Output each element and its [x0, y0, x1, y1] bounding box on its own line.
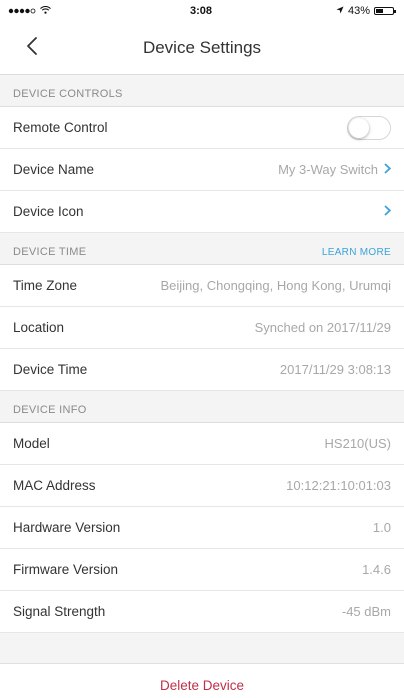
row-label: Time Zone	[13, 278, 78, 293]
row-label: Location	[13, 320, 65, 335]
device-name-value: My 3-Way Switch	[278, 162, 378, 177]
remote-control-row: Remote Control	[0, 107, 404, 149]
row-label: Device Icon	[13, 204, 84, 219]
time-zone-value: Beijing, Chongqing, Hong Kong, Urumqi	[160, 278, 391, 293]
firmware-version-value: 1.4.6	[362, 562, 391, 577]
remote-control-toggle[interactable]	[347, 115, 391, 140]
toggle-knob	[349, 117, 369, 138]
section-spacer	[0, 633, 404, 664]
location-value: Synched on 2017/11/29	[254, 320, 391, 335]
row-value-wrap: My 3-Way Switch	[278, 162, 392, 177]
device-time-value: 2017/11/29 3:08:13	[279, 362, 391, 377]
page-title: Device Settings	[142, 38, 262, 57]
row-label: Model	[13, 436, 50, 451]
firmware-version-row: Firmware Version 1.4.6	[0, 549, 404, 591]
status-bar: 3:08 43%	[0, 0, 404, 22]
time-zone-row[interactable]: Time Zone Beijing, Chongqing, Hong Kong,…	[0, 265, 404, 307]
device-name-row[interactable]: Device Name My 3-Way Switch	[0, 149, 404, 191]
hardware-version-value: 1.0	[372, 520, 391, 535]
battery-percent: 43%	[347, 5, 370, 17]
signal-dots-icon	[8, 5, 36, 17]
section-header-device-controls: DEVICE CONTROLS	[0, 75, 404, 107]
row-label: Device Name	[13, 162, 95, 177]
section-title: DEVICE INFO	[13, 404, 87, 416]
section-header-device-info: DEVICE INFO	[0, 391, 404, 423]
learn-more-link[interactable]: LEARN MORE	[322, 247, 391, 258]
row-label: Firmware Version	[13, 562, 119, 577]
back-button[interactable]	[18, 34, 46, 62]
location-row[interactable]: Location Synched on 2017/11/29	[0, 307, 404, 349]
section-header-device-time: DEVICE TIME LEARN MORE	[0, 233, 404, 265]
delete-device-button[interactable]: Delete Device	[0, 664, 404, 698]
status-right: 43%	[284, 5, 396, 17]
status-time: 3:08	[189, 5, 213, 17]
battery-icon	[374, 7, 396, 15]
row-label: Device Time	[13, 362, 88, 377]
device-time-row: Device Time 2017/11/29 3:08:13	[0, 349, 404, 391]
chevron-left-icon	[26, 36, 38, 61]
row-label: Hardware Version	[13, 520, 121, 535]
section-title: DEVICE CONTROLS	[13, 88, 123, 100]
device-settings-screen: 3:08 43% Device Settings DEVICE CONTROLS…	[0, 0, 404, 698]
mac-address-row: MAC Address 10:12:21:10:01:03	[0, 465, 404, 507]
row-label: Signal Strength	[13, 604, 106, 619]
status-left	[8, 5, 118, 17]
row-label: MAC Address	[13, 478, 96, 493]
mac-address-value: 10:12:21:10:01:03	[286, 478, 391, 493]
hardware-version-row: Hardware Version 1.0	[0, 507, 404, 549]
row-label: Remote Control	[13, 120, 108, 135]
signal-strength-value: -45 dBm	[341, 604, 391, 619]
chevron-right-icon	[384, 203, 392, 221]
nav-bar: Device Settings	[0, 22, 404, 75]
section-title: DEVICE TIME	[13, 246, 87, 258]
battery-fill	[376, 9, 383, 13]
wifi-icon	[40, 5, 51, 17]
chevron-right-icon	[384, 162, 392, 177]
model-value: HS210(US)	[324, 436, 391, 451]
location-arrow-icon	[336, 5, 344, 17]
signal-strength-row: Signal Strength -45 dBm	[0, 591, 404, 633]
device-icon-row[interactable]: Device Icon	[0, 191, 404, 233]
model-row: Model HS210(US)	[0, 423, 404, 465]
